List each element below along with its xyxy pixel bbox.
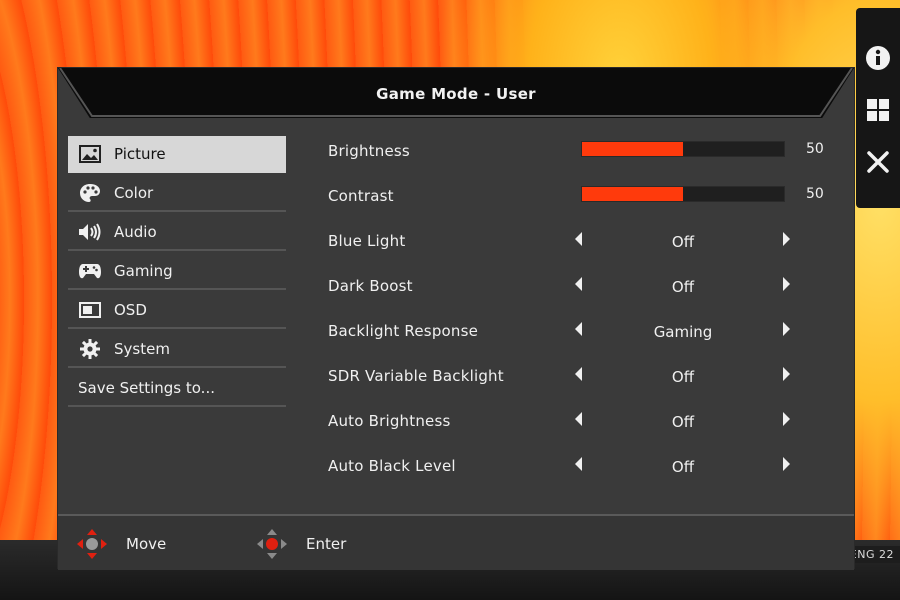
setting-dark-boost[interactable]: Dark Boost Off — [328, 269, 838, 299]
osd-footer: Move Enter — [58, 514, 854, 570]
joystick-move-icon — [76, 528, 108, 560]
gear-icon — [78, 338, 102, 359]
osd-title: Game Mode - User — [376, 85, 536, 103]
joystick-enter-icon — [256, 528, 288, 560]
menu-item-picture[interactable]: Picture — [68, 136, 286, 173]
setting-label: Blue Light — [328, 232, 406, 250]
footer-move-label: Move — [126, 535, 167, 553]
right-arrow-icon[interactable] — [783, 367, 790, 381]
footer-enter-label: Enter — [306, 535, 347, 553]
setting-label: Dark Boost — [328, 277, 413, 295]
contrast-slider[interactable] — [581, 186, 785, 202]
option-value: Off — [671, 413, 695, 431]
setting-auto-black-level[interactable]: Auto Black Level Off — [328, 449, 838, 479]
menu-item-label: OSD — [114, 300, 147, 319]
grid-icon[interactable] — [864, 96, 892, 124]
menu-item-audio[interactable]: Audio — [68, 214, 286, 251]
left-arrow-icon[interactable] — [575, 232, 582, 246]
left-arrow-icon[interactable] — [575, 322, 582, 336]
setting-label: Backlight Response — [328, 322, 479, 340]
brightness-value: 50 — [806, 141, 824, 157]
brightness-slider-fill — [582, 142, 683, 156]
setting-label: Brightness — [328, 142, 410, 160]
setting-sdr-variable-backlight[interactable]: SDR Variable Backlight Off — [328, 359, 838, 389]
option-value: Off — [671, 368, 695, 386]
setting-brightness[interactable]: Brightness 50 — [328, 134, 838, 164]
option-value: Gaming — [653, 323, 713, 341]
right-arrow-icon[interactable] — [783, 457, 790, 471]
option-value: Off — [671, 458, 695, 476]
info-icon[interactable] — [864, 44, 892, 72]
right-arrow-icon[interactable] — [783, 232, 790, 246]
menu-item-save-settings[interactable]: Save Settings to... — [68, 370, 286, 407]
contrast-value: 50 — [806, 186, 824, 202]
setting-blue-light[interactable]: Blue Light Off — [328, 224, 838, 254]
menu-item-color[interactable]: Color — [68, 175, 286, 212]
screen-icon — [78, 300, 102, 320]
option-value: Off — [671, 278, 695, 296]
picture-icon — [78, 144, 102, 164]
right-arrow-icon[interactable] — [783, 277, 790, 291]
close-icon[interactable] — [864, 148, 892, 176]
menu-item-osd[interactable]: OSD — [68, 292, 286, 329]
gamepad-icon — [78, 261, 102, 281]
right-arrow-icon[interactable] — [783, 322, 790, 336]
option-value: Off — [671, 233, 695, 251]
menu-item-label: Gaming — [114, 261, 173, 280]
menu-item-label: Color — [114, 183, 154, 202]
setting-label: Auto Black Level — [328, 457, 456, 475]
menu-item-gaming[interactable]: Gaming — [68, 253, 286, 290]
setting-contrast[interactable]: Contrast 50 — [328, 179, 838, 209]
palette-icon — [78, 183, 102, 203]
setting-auto-brightness[interactable]: Auto Brightness Off — [328, 404, 838, 434]
left-arrow-icon[interactable] — [575, 412, 582, 426]
menu-item-label: Audio — [114, 222, 157, 241]
left-arrow-icon[interactable] — [575, 367, 582, 381]
left-arrow-icon[interactable] — [575, 457, 582, 471]
setting-backlight-response[interactable]: Backlight Response Gaming — [328, 314, 838, 344]
footer-enter: Enter — [256, 528, 346, 560]
speaker-icon — [78, 222, 102, 242]
footer-move: Move — [76, 528, 166, 560]
brightness-slider[interactable] — [581, 141, 785, 157]
right-arrow-icon[interactable] — [783, 412, 790, 426]
osd-menu: Picture Color Audio Gaming OSD System Sa… — [68, 136, 286, 409]
left-arrow-icon[interactable] — [575, 277, 582, 291]
menu-item-label: System — [114, 339, 170, 358]
contrast-slider-fill — [582, 187, 683, 201]
setting-label: Auto Brightness — [328, 412, 451, 430]
setting-label: SDR Variable Backlight — [328, 367, 504, 385]
setting-label: Contrast — [328, 187, 394, 205]
menu-item-label: Picture — [114, 144, 166, 163]
menu-item-system[interactable]: System — [68, 331, 286, 368]
menu-item-label: Save Settings to... — [78, 378, 215, 397]
osd-panel: Game Mode - User Picture Color Audio Gam… — [58, 68, 854, 570]
quick-panel — [856, 8, 900, 208]
